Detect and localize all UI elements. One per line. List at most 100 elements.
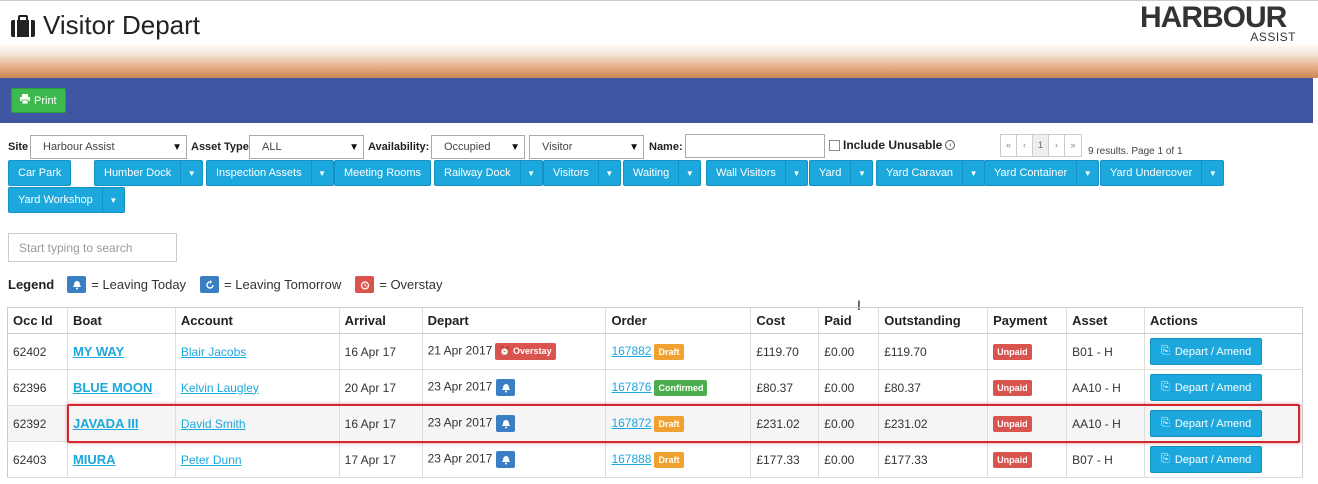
col-boat[interactable]: Boat [66,307,176,334]
col-account[interactable]: Account [174,307,340,334]
boat-cell: MY WAY [66,333,176,370]
occ-id-cell: 62403 [7,441,68,478]
print-button[interactable]: Print [11,88,66,113]
chevron-down-icon: ▼ [349,142,359,153]
chevron-down-icon: ▼ [629,142,639,153]
availability-value: Occupied [444,141,491,153]
col-occ-id[interactable]: Occ Id [7,307,68,334]
payment-cell: Unpaid [987,441,1067,478]
depart-amend-button[interactable]: ⎘ Depart / Amend [1150,446,1263,473]
col-cost[interactable]: Cost [750,307,819,334]
cost-cell: £119.70 [750,333,819,370]
tab-yard-undercover[interactable]: Yard Undercover ▼ [1100,160,1225,186]
page-title: Visitor Depart [11,10,200,41]
order-cell: 167888 Draft [605,441,751,478]
pager-current-page[interactable]: 1 [1033,135,1049,156]
depart-amend-button[interactable]: ⎘ Depart / Amend [1150,338,1263,365]
order-link[interactable]: 167876 [611,380,651,394]
tab-label: Meeting Rooms [344,167,422,179]
caret-down-icon[interactable]: ▼ [1201,161,1223,185]
order-link[interactable]: 167882 [611,344,651,358]
arrival-cell: 17 Apr 17 [338,441,423,478]
col-payment[interactable]: Payment [987,307,1067,334]
tab-inspection-assets[interactable]: Inspection Assets ▼ [206,160,334,186]
col-arrival[interactable]: Arrival [338,307,423,334]
site-select[interactable]: Harbour Assist ▼ [30,135,187,159]
visitor-select[interactable]: Visitor ▼ [529,135,644,159]
results-count: 9 results. Page 1 of 1 [1088,146,1183,157]
pager-prev-button[interactable]: ‹ [1017,135,1033,156]
boat-link[interactable]: BLUE MOON [73,380,152,395]
tab-yard-container[interactable]: Yard Container ▼ [984,160,1100,186]
order-cell: 167876 Confirmed [605,369,751,406]
tab-waiting[interactable]: Waiting ▼ [623,160,702,186]
pager: « ‹ 1 › » [1000,134,1082,157]
refresh-icon [200,276,220,293]
col-paid[interactable]: Paid [818,307,879,334]
chevron-left-circle-icon[interactable]: ‹ [945,140,956,150]
visitor-select-value: Visitor [542,141,573,153]
pager-first-button[interactable]: « [1001,135,1017,156]
tab-visitors[interactable]: Visitors ▼ [543,160,621,186]
row-highlight-box [67,404,1300,443]
tab-label: Yard Undercover [1110,167,1193,179]
arrival-cell: 16 Apr 17 [338,333,423,370]
outstanding-cell: £119.70 [878,333,988,370]
boat-cell: MIURA [66,441,176,478]
tab-wall-visitors[interactable]: Wall Visitors ▼ [706,160,808,186]
tab-railway-dock[interactable]: Railway Dock ▼ [434,160,543,186]
include-unusable-toggle[interactable]: Include Unusable ‹ [829,138,956,152]
caret-down-icon[interactable]: ▼ [850,161,872,185]
tab-meeting-rooms[interactable]: Meeting Rooms [334,160,432,186]
sign-out-icon: ⎘ [1161,345,1170,357]
tab-car-park[interactable]: Car Park [8,160,72,186]
logo-sub-text: ASSIST [1250,30,1296,44]
caret-down-icon[interactable]: ▼ [784,161,807,185]
tab-yard-workshop[interactable]: Yard Workshop ▼ [8,187,125,213]
tab-label: Yard [819,167,842,179]
col-depart[interactable]: Depart [421,307,606,334]
col-asset[interactable]: Asset [1066,307,1145,334]
asset-type-select[interactable]: ALL ▼ [249,135,364,159]
caret-down-icon[interactable]: ▼ [101,188,124,212]
col-order[interactable]: Order [605,307,751,334]
account-link[interactable]: Kelvin Laugley [181,381,259,395]
name-input[interactable] [685,134,825,158]
account-link[interactable]: Peter Dunn [181,453,242,467]
order-link[interactable]: 167888 [611,452,651,466]
boat-link[interactable]: MIURA [73,452,116,467]
occ-id-cell: 62402 [7,333,68,370]
caret-down-icon[interactable]: ▼ [310,161,333,185]
cost-cell: £177.33 [750,441,819,478]
availability-select[interactable]: Occupied ▼ [431,135,525,159]
caret-down-icon[interactable]: ▼ [519,161,542,185]
site-select-value: Harbour Assist [43,141,115,153]
tab-humber-dock[interactable]: Humber Dock ▼ [94,160,204,186]
caret-down-icon[interactable]: ▼ [1076,161,1098,185]
payment-cell: Unpaid [987,333,1067,370]
availability-label: Availability: [368,141,430,153]
caret-down-icon[interactable]: ▼ [678,161,700,185]
col-outstanding[interactable]: Outstanding [878,307,988,334]
pager-last-button[interactable]: » [1065,135,1081,156]
depart-amend-button[interactable]: ⎘ Depart / Amend [1150,374,1263,401]
sign-out-icon: ⎘ [1161,381,1170,393]
bell-icon [67,276,87,293]
cost-cell: £80.37 [750,369,819,406]
pager-next-button[interactable]: › [1049,135,1065,156]
caret-down-icon[interactable]: ▼ [962,161,984,185]
caret-down-icon[interactable]: ▼ [180,161,202,185]
depart-amend-label: Depart / Amend [1174,381,1252,394]
boat-link[interactable]: MY WAY [73,344,124,359]
include-unusable-checkbox[interactable] [829,139,840,151]
account-link[interactable]: Blair Jacobs [181,345,246,359]
tab-yard-caravan[interactable]: Yard Caravan ▼ [876,160,986,186]
asset-type-label: Asset Type [191,141,249,153]
tab-yard[interactable]: Yard ▼ [809,160,874,186]
legend-leaving-today: = Leaving Today [91,277,187,292]
caret-down-icon[interactable]: ▼ [597,161,620,185]
search-input[interactable]: Start typing to search [8,233,177,262]
order-status-badge: Confirmed [654,379,708,396]
payment-status-badge: Unpaid [993,451,1032,468]
actions-cell: ⎘ Depart / Amend [1144,441,1303,478]
